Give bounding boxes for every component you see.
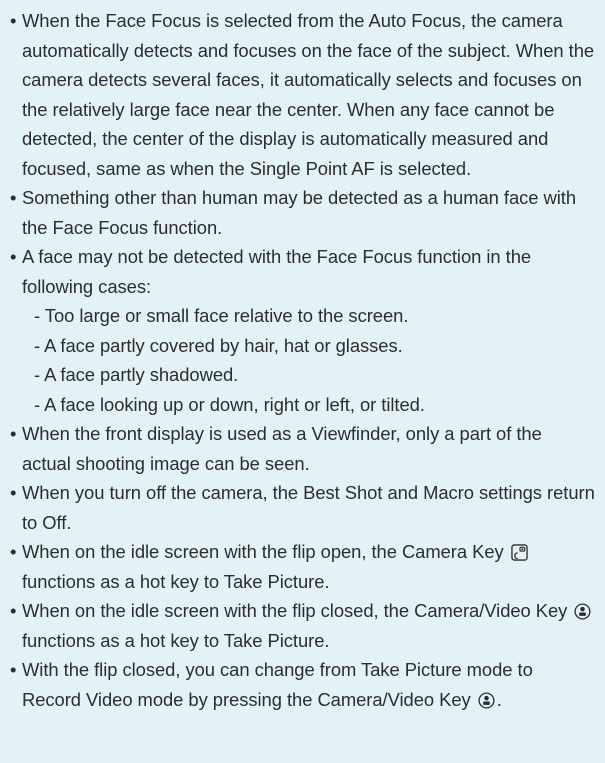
list-item: • When the Face Focus is selected from t… bbox=[10, 6, 595, 183]
list-item: • When you turn off the camera, the Best… bbox=[10, 478, 595, 537]
bullet: • bbox=[10, 541, 17, 562]
item-text: When the front display is used as a View… bbox=[22, 423, 542, 474]
item-text: When the Face Focus is selected from the… bbox=[22, 10, 595, 179]
item-text: A face may not be detected with the Face… bbox=[22, 246, 532, 297]
bullet: • bbox=[10, 246, 17, 267]
item-text: Something other than human may be detect… bbox=[22, 187, 577, 238]
sub-item: - A face looking up or down, right or le… bbox=[34, 393, 425, 415]
bullet: • bbox=[10, 482, 17, 503]
list-item: • With the flip closed, you can change f… bbox=[10, 655, 595, 714]
document-body: • When the Face Focus is selected from t… bbox=[0, 0, 605, 714]
list-item: • When on the idle screen with the flip … bbox=[10, 596, 595, 655]
sub-item: - Too large or small face relative to th… bbox=[34, 305, 409, 326]
item-text: With the flip closed, you can change fro… bbox=[22, 659, 533, 710]
item-text: functions as a hot key to Take Picture. bbox=[22, 570, 330, 592]
item-text: . bbox=[496, 688, 502, 710]
camera-key-icon bbox=[511, 544, 528, 561]
bullet: • bbox=[10, 187, 17, 208]
list-item: • A face may not be detected with the Fa… bbox=[10, 242, 595, 419]
camera-video-key-icon bbox=[574, 603, 591, 620]
item-text: functions as a hot key to Take Picture. bbox=[22, 629, 330, 651]
bullet: • bbox=[10, 600, 17, 621]
list-item: • When the front display is used as a Vi… bbox=[10, 419, 595, 478]
sub-item: - A face partly covered by hair, hat or … bbox=[34, 334, 403, 356]
sub-item: - A face partly shadowed. bbox=[34, 364, 239, 385]
list-item: • When on the idle screen with the flip … bbox=[10, 537, 595, 596]
item-text: When you turn off the camera, the Best S… bbox=[22, 482, 595, 533]
item-text: When on the idle screen with the flip cl… bbox=[22, 600, 568, 621]
camera-video-key-icon bbox=[478, 691, 495, 709]
bullet: • bbox=[10, 423, 17, 444]
item-text: When on the idle screen with the flip op… bbox=[22, 541, 504, 562]
bullet: • bbox=[10, 10, 17, 31]
list-item: • Something other than human may be dete… bbox=[10, 183, 595, 242]
bullet: • bbox=[10, 659, 17, 680]
